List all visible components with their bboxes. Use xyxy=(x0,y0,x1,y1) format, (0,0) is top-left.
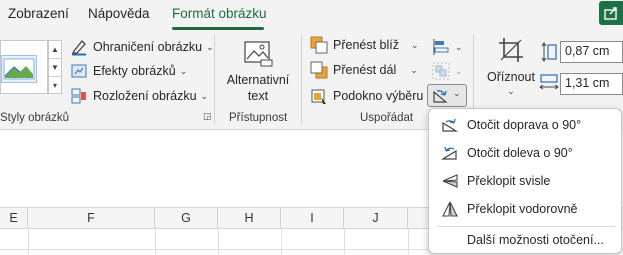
dialog-launcher-icon[interactable]: ◲ xyxy=(203,111,212,122)
chevron-down-icon: ⌄ xyxy=(455,41,463,52)
tab-help[interactable]: Nápověda xyxy=(88,6,150,21)
column-gridline xyxy=(155,229,156,255)
ribbon-tab-bar: Zobrazení Nápověda Formát obrázku xyxy=(0,0,623,30)
group-objects-icon xyxy=(432,62,450,80)
picture-effects-icon xyxy=(70,62,88,80)
menu-item-flip-vertical[interactable]: Překlopit svisle xyxy=(429,167,621,195)
bring-forward-button[interactable]: Přenést blíž ⌄ xyxy=(310,34,419,56)
column-header-h[interactable]: H xyxy=(218,208,281,229)
picture-effects-button[interactable]: Efekty obrázků ⌄ xyxy=(70,60,187,82)
chevron-down-icon: ⌄ xyxy=(453,88,461,98)
rotate-icon xyxy=(433,90,448,103)
chevron-down-icon: ⌄ xyxy=(411,39,419,50)
column-header-e[interactable]: E xyxy=(0,208,28,229)
selection-pane-button[interactable]: Podokno výběru xyxy=(310,85,423,107)
group-separator xyxy=(214,34,215,124)
menu-item-flip-horizontal[interactable]: Překlopit vodorovně xyxy=(429,195,621,223)
align-button[interactable]: ⌄ xyxy=(432,36,463,58)
picture-layout-button[interactable]: Rozložení obrázku ⌄ xyxy=(70,85,208,107)
column-gridline xyxy=(28,229,29,255)
chevron-down-icon: ⌄ xyxy=(410,64,418,75)
chevron-down-icon: ⌄ xyxy=(206,41,214,52)
bring-forward-icon xyxy=(310,36,328,54)
picture-styles-gallery[interactable] xyxy=(0,40,48,94)
group-label-accessibility: Přístupnost xyxy=(229,112,288,124)
rotate-left-icon xyxy=(440,145,459,161)
gallery-up-icon[interactable]: ▲ xyxy=(49,41,61,59)
column-header-g[interactable]: G xyxy=(155,208,218,229)
alt-text-button[interactable]: Alternativní text xyxy=(222,38,294,108)
rotate-menu: Otočit doprava o 90° Otočit doleva o 90°… xyxy=(428,108,622,254)
menu-item-more-rotation-options[interactable]: Další možnosti otočení... xyxy=(429,226,621,254)
column-gridline xyxy=(344,229,345,255)
flip-horizontal-icon xyxy=(441,201,459,217)
height-input[interactable]: 0,87 cm xyxy=(560,41,623,63)
chevron-down-icon: ⌄ xyxy=(507,86,515,96)
selection-pane-icon xyxy=(310,87,328,105)
chevron-down-icon: ⌄ xyxy=(455,65,463,76)
gallery-more-icon[interactable]: ▾ xyxy=(49,77,61,95)
tab-view[interactable]: Zobrazení xyxy=(8,6,69,21)
picture-layout-icon xyxy=(70,87,88,105)
group-separator xyxy=(301,34,302,124)
picture-style-thumbnail[interactable] xyxy=(1,55,37,83)
align-icon xyxy=(432,38,450,56)
column-header-i[interactable]: I xyxy=(281,208,344,229)
chevron-down-icon: ⌄ xyxy=(200,90,209,101)
share-icon xyxy=(604,7,617,20)
column-gridline xyxy=(281,229,282,255)
crop-button[interactable]: Oříznout ⌄ xyxy=(481,36,541,106)
tab-picture-format[interactable]: Formát obrázku xyxy=(172,6,267,21)
picture-border-button[interactable]: Ohraničení obrázku ⌄ xyxy=(70,36,214,58)
column-gridline xyxy=(408,229,409,255)
group-objects-button[interactable]: ⌄ xyxy=(432,60,463,82)
gallery-scroll: ▲ ▼ ▾ xyxy=(48,40,62,94)
menu-item-rotate-right[interactable]: Otočit doprava o 90° xyxy=(429,111,621,139)
pen-border-icon xyxy=(70,38,88,56)
column-header-f[interactable]: F xyxy=(28,208,155,229)
shape-height-icon xyxy=(541,42,557,62)
group-label-arrange: Uspořádat xyxy=(360,112,414,124)
flip-vertical-icon xyxy=(441,173,459,189)
chevron-down-icon: ⌄ xyxy=(179,65,188,76)
menu-item-rotate-left[interactable]: Otočit doleva o 90° xyxy=(429,139,621,167)
share-button[interactable] xyxy=(599,1,623,25)
gallery-down-icon[interactable]: ▼ xyxy=(49,59,61,77)
alt-text-icon xyxy=(244,41,273,67)
send-backward-icon xyxy=(310,61,328,79)
shape-width-icon xyxy=(539,74,559,90)
crop-icon xyxy=(499,38,523,62)
column-gridline xyxy=(218,229,219,255)
send-backward-button[interactable]: Přenést dál ⌄ xyxy=(310,59,418,81)
rotate-right-icon xyxy=(441,117,459,133)
group-label-picture-styles: Styly obrázků xyxy=(0,112,70,124)
width-input[interactable]: 1,31 cm xyxy=(560,73,623,95)
rotate-button[interactable]: ⌄ xyxy=(427,84,467,107)
column-header-j[interactable]: J xyxy=(344,208,408,229)
